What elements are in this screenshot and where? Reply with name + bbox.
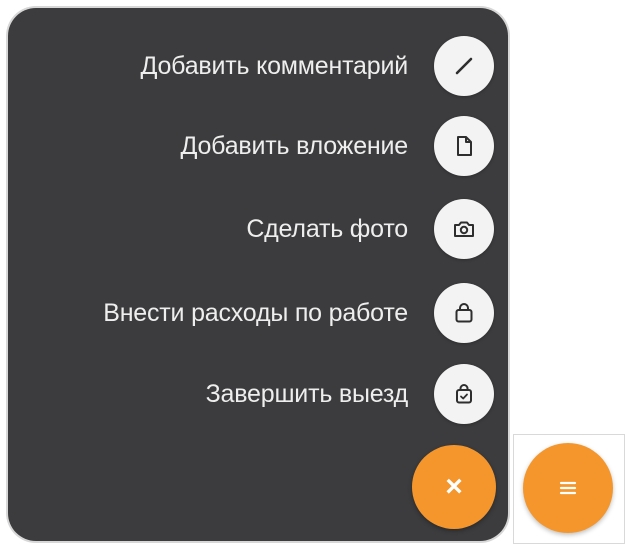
close-menu-button[interactable]: × [412,445,496,529]
camera-icon [454,221,474,237]
menu-item-take-photo[interactable]: Сделать фото [8,194,508,264]
add-attachment-button[interactable] [434,116,494,176]
menu-item-finish-visit[interactable]: Завершить выезд [8,359,508,429]
close-icon: × [445,470,463,503]
bag-check-icon [456,384,472,404]
menu-item-label: Внести расходы по работе [103,298,408,327]
screen: Добавить комментарий Добавить вложение С… [0,0,628,547]
bag-icon [455,303,473,323]
add-comment-button[interactable] [434,36,494,96]
menu-item-label: Добавить комментарий [140,51,408,80]
menu-item-label: Добавить вложение [180,131,408,160]
menu-item-add-comment[interactable]: Добавить комментарий [8,31,508,101]
fab-action-menu: Добавить комментарий Добавить вложение С… [8,8,508,541]
menu-item-add-work-expenses[interactable]: Внести расходы по работе [8,278,508,348]
open-menu-button[interactable] [523,443,613,533]
finish-visit-button[interactable] [434,364,494,424]
add-expenses-button[interactable] [434,283,494,343]
file-icon [457,136,472,156]
menu-item-add-attachment[interactable]: Добавить вложение [8,111,508,181]
menu-icon [559,481,577,495]
menu-item-label: Завершить выезд [205,379,409,408]
pencil-icon [455,57,473,75]
take-photo-button[interactable] [434,199,494,259]
menu-item-label: Сделать фото [246,214,408,243]
